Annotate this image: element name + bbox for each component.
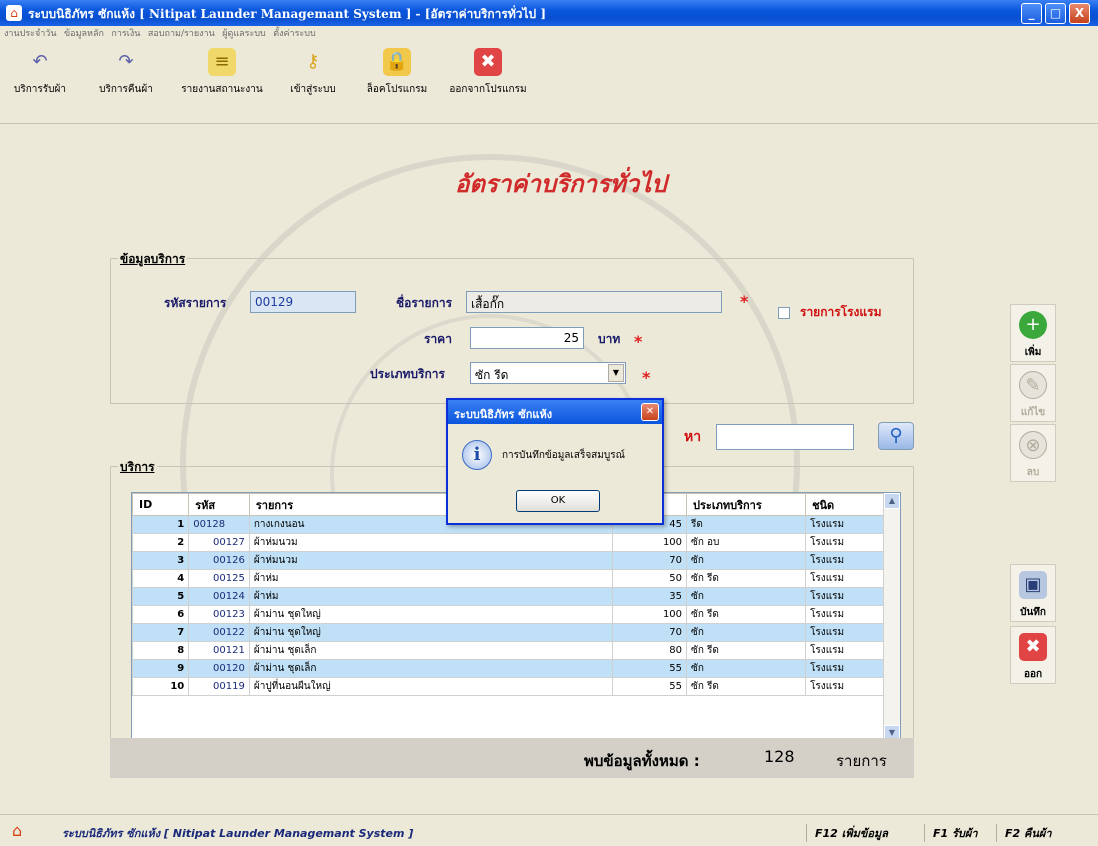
home-icon: ⌂ — [6, 5, 22, 21]
menu-item-daily[interactable]: งานประจำวัน — [4, 26, 57, 40]
service-grid[interactable]: ID รหัส รายการ ประเภทบริการ ชนิด 1 00128… — [131, 492, 901, 742]
column-header-kind[interactable]: ชนิด — [805, 493, 884, 516]
price-unit: บาท — [598, 332, 621, 346]
dialog-message: การบันทึกข้อมูลเสร็จสมบูรณ์ — [502, 450, 625, 461]
table-row[interactable]: 6 00123 ผ้าม่าน ชุดใหญ่ 100 ซัก รีด โรงแ… — [132, 605, 884, 624]
service-type-value: ซัก รีด — [475, 368, 509, 382]
document-icon: ≡ — [208, 48, 236, 76]
page-title: อัตราค่าบริการทั่วไป — [455, 170, 667, 198]
total-bar: พบข้อมูลทั้งหมด : 128 รายการ — [110, 738, 914, 778]
status-f1[interactable]: F1 รับผ้า — [924, 824, 978, 842]
hotel-checkbox[interactable] — [778, 307, 790, 319]
service-type-label: ประเภทบริการ — [370, 367, 445, 381]
name-required-mark: * — [740, 292, 749, 311]
menu-item-settings[interactable]: ตั้งค่าระบบ — [273, 26, 315, 40]
scroll-up-icon[interactable]: ▲ — [884, 493, 900, 509]
table-row[interactable]: 2 00127 ผ้าห่มนวม 100 ซัก อบ โรงแรม — [132, 533, 884, 552]
column-header-code[interactable]: รหัส — [188, 493, 250, 516]
return-service-button[interactable]: ↷ บริการคืนผ้า — [88, 44, 164, 124]
name-label: ชื่อรายการ — [396, 296, 453, 310]
status-f12[interactable]: F12 เพิ่มข้อมูล — [806, 824, 888, 842]
menu-item-finance[interactable]: การเงิน — [111, 26, 140, 40]
price-required-mark: * — [634, 332, 643, 351]
info-icon: i — [462, 440, 492, 470]
save-icon: ▣ — [1019, 571, 1047, 599]
exit-button[interactable]: ✖ ออก — [1010, 626, 1056, 684]
menu-bar: งานประจำวัน ข้อมูลหลัก การเงิน สอบถาม/รา… — [0, 26, 1098, 40]
maximize-button[interactable]: □ — [1045, 3, 1066, 24]
add-button[interactable]: + เพิ่ม — [1010, 304, 1056, 362]
total-count: 128 — [764, 747, 795, 766]
title-bar: ⌂ ระบบนิธิภัทร ซักแห้ง [ Nitipat Launder… — [0, 0, 1098, 26]
total-unit: รายการ — [836, 752, 887, 770]
status-bar: ⌂ ระบบนิธิภัทร ซักแห้ง [ Nitipat Launder… — [0, 814, 1098, 846]
save-button[interactable]: ▣ บันทึก — [1010, 564, 1056, 622]
exit-icon: ✖ — [1019, 633, 1047, 661]
lock-program-button[interactable]: 🔒 ล็อคโปรแกรม — [359, 44, 435, 124]
table-row[interactable]: 9 00120 ผ้าม่าน ชุดเล็ก 55 ซัก โรงแรม — [132, 659, 884, 678]
lock-icon: 🔒 — [383, 48, 411, 76]
status-report-button[interactable]: ≡ รายงานสถานะงาน — [176, 44, 268, 124]
code-field[interactable]: 00129 — [250, 291, 356, 313]
table-row[interactable]: 10 00119 ผ้าปูที่นอนผืนใหญ่ 55 ซัก รีด โ… — [132, 677, 884, 696]
menu-item-master[interactable]: ข้อมูลหลัก — [64, 26, 104, 40]
dialog-title: ระบบนิธิภัทร ซักแห้ง — [448, 400, 662, 424]
login-button[interactable]: ⚷ เข้าสู่ระบบ — [275, 44, 351, 124]
column-header-id[interactable]: ID — [132, 493, 190, 516]
dialog-close-icon[interactable]: ✕ — [641, 403, 659, 421]
status-app-name: ระบบนิธิภัทร ซักแห้ง [ Nitipat Launder M… — [62, 827, 414, 840]
service-type-select[interactable]: ซัก รีด ▼ — [470, 362, 626, 384]
table-row[interactable]: 3 00126 ผ้าห่มนวม 70 ซัก โรงแรม — [132, 551, 884, 570]
message-dialog: ระบบนิธิภัทร ซักแห้ง ✕ i การบันทึกข้อมูล… — [446, 398, 664, 525]
menu-item-reports[interactable]: สอบถาม/รายงาน — [148, 26, 215, 40]
search-icon[interactable]: ⚲ — [878, 422, 914, 450]
pencil-icon: ✎ — [1019, 371, 1047, 399]
exit-program-button[interactable]: ✖ ออกจากโปรแกรม — [445, 44, 531, 124]
chevron-down-icon[interactable]: ▼ — [608, 364, 624, 382]
trash-icon: ⊗ — [1019, 431, 1047, 459]
return-arrow-icon: ↷ — [118, 51, 134, 72]
minimize-button[interactable]: _ — [1021, 3, 1042, 24]
home-icon: ⌂ — [12, 821, 23, 840]
column-header-type[interactable]: ประเภทบริการ — [686, 493, 807, 516]
table-row[interactable]: 8 00121 ผ้าม่าน ชุดเล็ก 80 ซัก รีด โรงแร… — [132, 641, 884, 660]
toolbar: ↶ บริการรับผ้า ↷ บริการคืนผ้า ≡ รายงานสถ… — [0, 40, 1098, 124]
close-button[interactable]: X — [1069, 3, 1090, 24]
delete-button[interactable]: ⊗ ลบ — [1010, 424, 1056, 482]
name-field[interactable]: เสื้อกั๊ก — [466, 291, 722, 313]
exit-icon: ✖ — [474, 48, 502, 76]
window-title: ระบบนิธิภัทร ซักแห้ง [ Nitipat Launder M… — [28, 7, 547, 21]
receive-arrow-icon: ↶ — [32, 51, 48, 72]
price-label: ราคา — [424, 332, 452, 346]
total-label: พบข้อมูลทั้งหมด : — [584, 752, 700, 770]
edit-button[interactable]: ✎ แก้ไข — [1010, 364, 1056, 422]
status-f2[interactable]: F2 คืนผ้า — [996, 824, 1052, 842]
menu-item-admin[interactable]: ผู้ดูแลระบบ — [222, 26, 266, 40]
table-row[interactable]: 4 00125 ผ้าห่ม 50 ซัก รีด โรงแรม — [132, 569, 884, 588]
receive-service-button[interactable]: ↶ บริการรับผ้า — [2, 44, 78, 124]
table-row[interactable]: 5 00124 ผ้าห่ม 35 ซัก โรงแรม — [132, 587, 884, 606]
table-row[interactable]: 7 00122 ผ้าม่าน ชุดใหญ่ 70 ซัก โรงแรม — [132, 623, 884, 642]
hotel-checkbox-label: รายการโรงแรม — [800, 305, 882, 319]
service-list-legend: บริการ — [118, 458, 157, 477]
code-label: รหัสรายการ — [164, 296, 227, 310]
type-required-mark: * — [642, 368, 651, 387]
search-label: หา — [684, 429, 702, 445]
search-input[interactable] — [716, 424, 854, 450]
service-info-legend: ข้อมูลบริการ — [118, 250, 188, 269]
price-field[interactable]: 25 — [470, 327, 584, 349]
plus-icon: + — [1019, 311, 1047, 339]
ok-button[interactable]: OK — [516, 490, 600, 512]
grid-scrollbar[interactable]: ▲ ▼ — [883, 493, 900, 741]
key-icon: ⚷ — [306, 51, 320, 72]
